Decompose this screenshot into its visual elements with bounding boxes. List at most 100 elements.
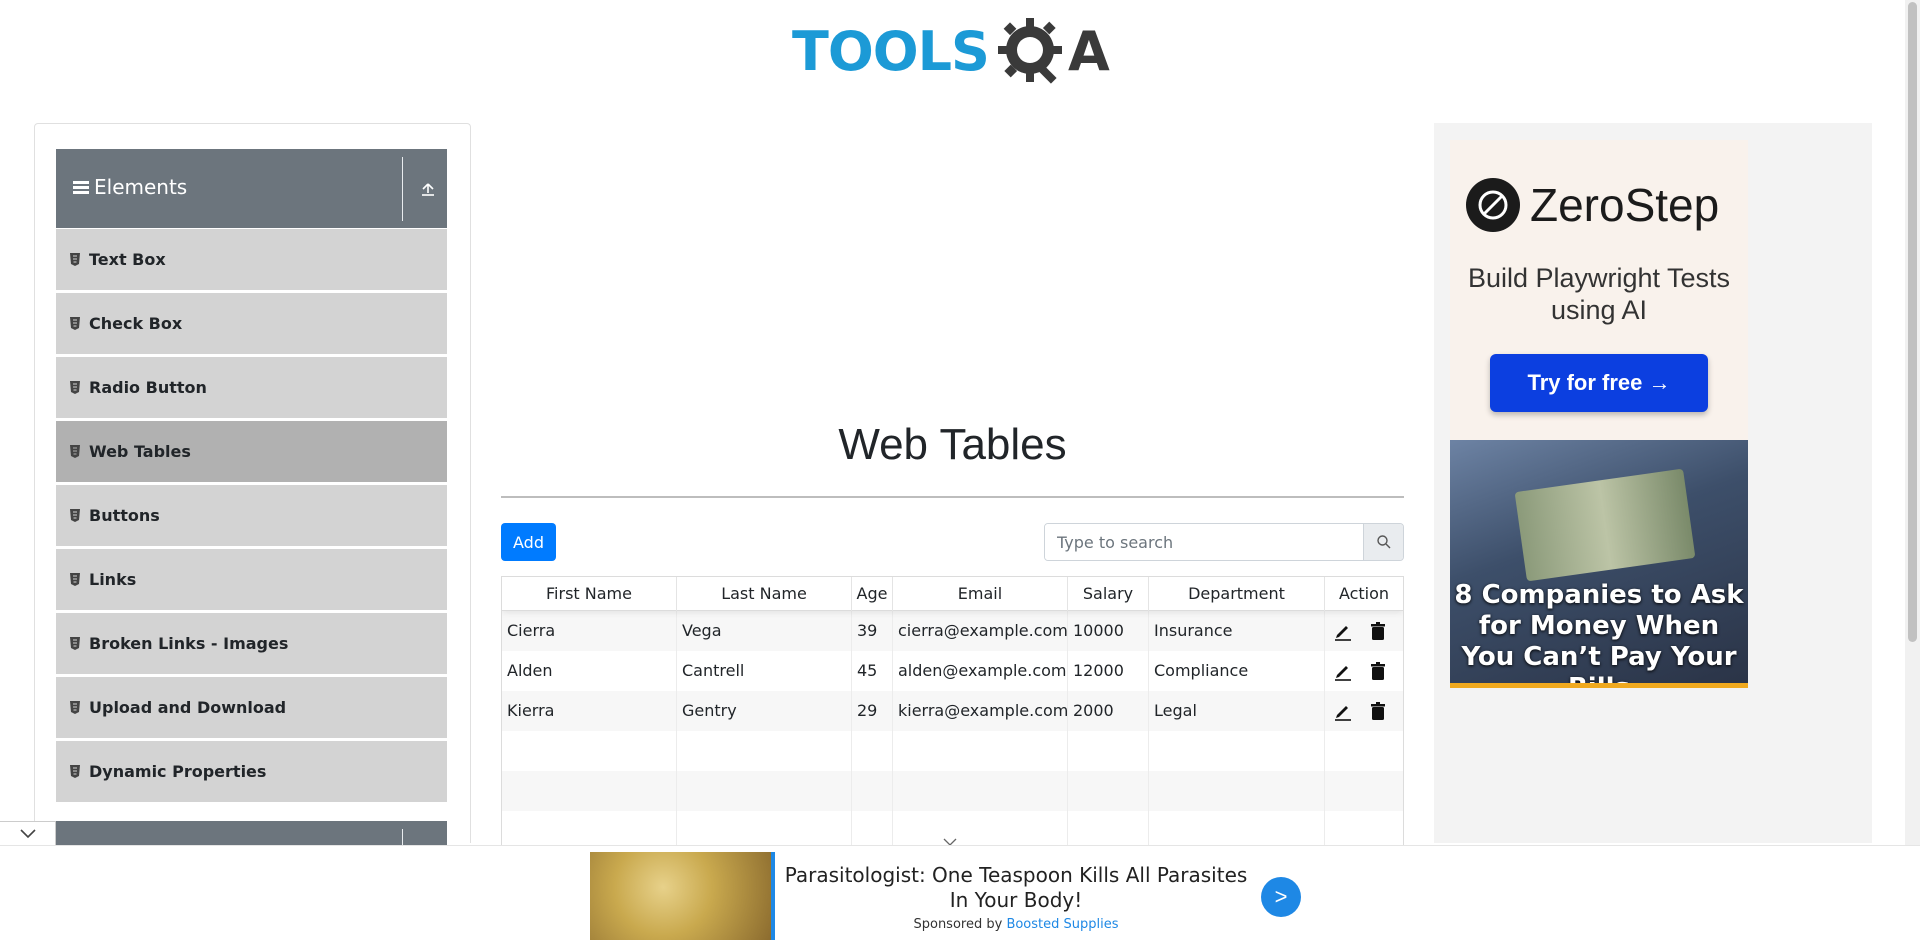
bottom-ad-title[interactable]: Parasitologist: One Teaspoon Kills All P… xyxy=(783,863,1249,913)
money-ad-headline: 8 Companies to Ask for Money When You Ca… xyxy=(1454,580,1744,688)
column-header-age[interactable]: Age xyxy=(852,577,893,611)
edit-icon[interactable] xyxy=(1333,661,1353,681)
html5-icon xyxy=(70,637,80,650)
html5-icon xyxy=(70,445,80,458)
zerostep-logo-icon xyxy=(1466,178,1520,232)
table-row: Alden Cantrell 45 alden@example.com 1200… xyxy=(502,651,1403,691)
add-button[interactable]: Add xyxy=(501,523,556,561)
delete-icon[interactable] xyxy=(1368,701,1388,721)
forms-group-header[interactable] xyxy=(56,821,447,845)
edit-icon[interactable] xyxy=(1333,701,1353,721)
cell-age: 29 xyxy=(852,691,893,731)
delete-icon[interactable] xyxy=(1368,621,1388,641)
elements-group-header[interactable]: Elements xyxy=(56,149,447,228)
sidebar-item-label: Upload and Download xyxy=(89,698,287,717)
zerostep-tagline: Build Playwright Tests using AI xyxy=(1467,263,1731,325)
sidebar-item-label: Radio Button xyxy=(89,378,207,397)
cell-department: Insurance xyxy=(1149,611,1325,651)
cell-first-name: Cierra xyxy=(502,611,677,651)
bottom-ad-bar: Parasitologist: One Teaspoon Kills All P… xyxy=(0,845,1920,941)
ad-accent-line xyxy=(771,852,775,940)
sidebar-item-web-tables[interactable]: Web Tables xyxy=(56,421,447,483)
sidebar-item-label: Dynamic Properties xyxy=(89,762,267,781)
html5-icon xyxy=(70,509,80,522)
cell-department: Compliance xyxy=(1149,651,1325,691)
cell-department: Legal xyxy=(1149,691,1325,731)
column-header-email[interactable]: Email xyxy=(893,577,1068,611)
html5-icon xyxy=(70,573,80,586)
title-divider xyxy=(501,496,1404,498)
table-row: Kierra Gentry 29 kierra@example.com 2000… xyxy=(502,691,1403,731)
search-box xyxy=(1044,523,1404,561)
html5-icon xyxy=(70,253,80,266)
cell-last-name: Cantrell xyxy=(677,651,852,691)
sponsored-prefix: Sponsored by xyxy=(913,917,1003,932)
bottom-ad-go-button[interactable]: > xyxy=(1261,877,1301,917)
page-title: Web Tables xyxy=(838,420,1067,469)
menu-icon xyxy=(73,181,89,195)
sidebar-item-text-box[interactable]: Text Box xyxy=(56,229,447,291)
delete-icon[interactable] xyxy=(1368,661,1388,681)
sidebar-item-label: Check Box xyxy=(89,314,183,333)
cell-age: 39 xyxy=(852,611,893,651)
cell-salary: 12000 xyxy=(1068,651,1149,691)
cell-email: cierra@example.com xyxy=(893,611,1068,651)
ad-accent-bar xyxy=(1450,683,1748,688)
column-header-first-name[interactable]: First Name xyxy=(502,577,677,611)
edit-icon[interactable] xyxy=(1333,621,1353,641)
empty-row xyxy=(502,771,1403,811)
group-title: Elements xyxy=(94,175,188,199)
cell-email: kierra@example.com xyxy=(893,691,1068,731)
sidebar-item-dynamic-properties[interactable]: Dynamic Properties xyxy=(56,741,447,803)
cell-last-name: Gentry xyxy=(677,691,852,731)
header-divider xyxy=(402,157,403,221)
sidebar-item-upload-download[interactable]: Upload and Download xyxy=(56,677,447,739)
sidebar-item-label: Links xyxy=(89,570,137,589)
column-header-last-name[interactable]: Last Name xyxy=(677,577,852,611)
cell-action xyxy=(1325,611,1403,651)
html5-icon xyxy=(70,317,80,330)
cell-salary: 2000 xyxy=(1068,691,1149,731)
vertical-scrollbar[interactable] xyxy=(1905,0,1920,845)
search-icon xyxy=(1377,535,1391,549)
cell-first-name: Alden xyxy=(502,651,677,691)
money-ad[interactable]: 8 Companies to Ask for Money When You Ca… xyxy=(1450,440,1748,688)
empty-row xyxy=(502,731,1403,771)
zerostep-brand: ZeroStep xyxy=(1530,179,1720,231)
sidebar-item-label: Buttons xyxy=(89,506,160,525)
sidebar-item-label: Broken Links - Images xyxy=(89,634,289,653)
scroll-toggle-button[interactable] xyxy=(0,821,56,845)
cell-age: 45 xyxy=(852,651,893,691)
header-divider xyxy=(402,829,403,845)
sponsor-link[interactable]: Boosted Supplies xyxy=(1006,917,1118,932)
sidebar-item-broken-links[interactable]: Broken Links - Images xyxy=(56,613,447,675)
html5-icon xyxy=(70,701,80,714)
cell-email: alden@example.com xyxy=(893,651,1068,691)
search-button[interactable] xyxy=(1363,524,1403,560)
logo-text: TOOLS xyxy=(792,20,990,83)
column-header-salary[interactable]: Salary xyxy=(1068,577,1149,611)
table-header: First Name Last Name Age Email Salary De… xyxy=(502,577,1403,611)
gear-magnifier-icon xyxy=(998,18,1062,84)
scrollbar-thumb[interactable] xyxy=(1908,2,1917,642)
cell-action xyxy=(1325,651,1403,691)
sidebar-item-links[interactable]: Links xyxy=(56,549,447,611)
sidebar-item-buttons[interactable]: Buttons xyxy=(56,485,447,547)
cell-last-name: Vega xyxy=(677,611,852,651)
column-header-action[interactable]: Action xyxy=(1325,577,1403,611)
money-image xyxy=(1514,468,1696,582)
supplement-image[interactable] xyxy=(590,852,773,940)
sidebar-item-label: Web Tables xyxy=(89,442,191,461)
toolsqa-logo[interactable]: TOOLS A xyxy=(790,14,1120,92)
html5-icon xyxy=(70,765,80,778)
sidebar-item-radio-button[interactable]: Radio Button xyxy=(56,357,447,419)
collapse-up-icon[interactable] xyxy=(420,181,436,197)
sidebar-item-label: Text Box xyxy=(89,250,166,269)
zerostep-ad[interactable]: ZeroStep Build Playwright Tests using AI… xyxy=(1450,140,1748,440)
sidebar-item-check-box[interactable]: Check Box xyxy=(56,293,447,355)
table-row: Cierra Vega 39 cierra@example.com 10000 … xyxy=(502,611,1403,651)
search-input[interactable] xyxy=(1045,524,1363,560)
try-for-free-button[interactable]: Try for free → xyxy=(1490,354,1708,412)
cell-action xyxy=(1325,691,1403,731)
column-header-department[interactable]: Department xyxy=(1149,577,1325,611)
